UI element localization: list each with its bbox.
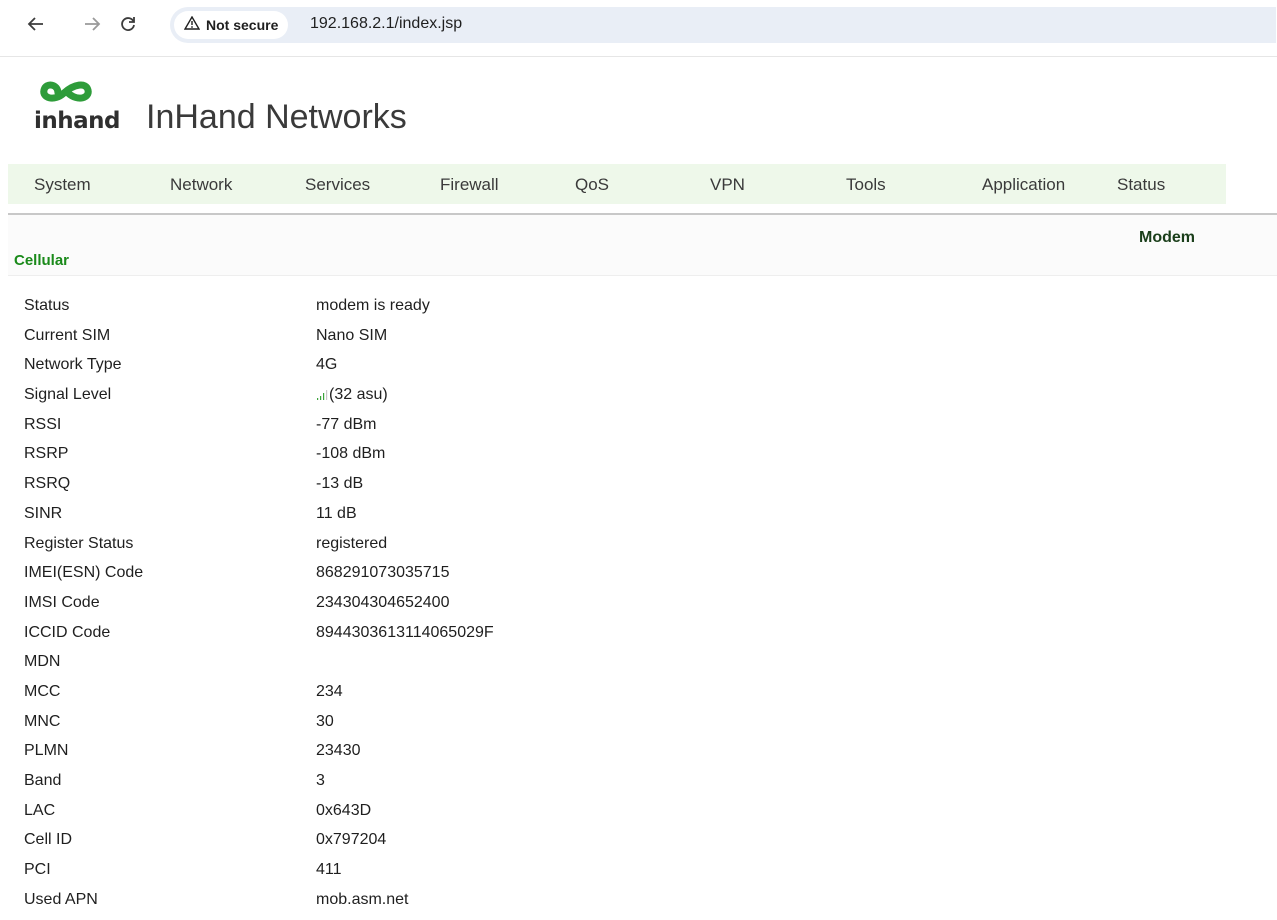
- logo-text: inhand: [34, 108, 121, 134]
- security-indicator[interactable]: Not secure: [174, 11, 289, 39]
- menu-item-firewall[interactable]: Firewall: [440, 175, 499, 195]
- row-label: MNC: [24, 712, 61, 730]
- row-value: 3: [316, 772, 325, 789]
- url-text[interactable]: 192.168.2.1/index.jsp: [310, 15, 462, 33]
- infinity-logo-icon: [40, 81, 92, 102]
- table-row: MNC 30: [24, 713, 724, 743]
- signal-level-text: (32 asu): [329, 386, 388, 404]
- menu-item-system[interactable]: System: [34, 175, 91, 195]
- row-label: Used APN: [24, 890, 98, 908]
- table-row: Current SIM Nano SIM: [24, 327, 724, 357]
- row-label: Band: [24, 772, 62, 789]
- menu-item-network[interactable]: Network: [170, 175, 232, 195]
- row-label: LAC: [24, 801, 56, 819]
- table-row: PCI 411: [24, 861, 724, 891]
- row-label: Register Status: [24, 534, 134, 552]
- reload-icon[interactable]: [116, 12, 140, 36]
- brand-title: InHand Networks: [146, 98, 407, 136]
- menu-item-services[interactable]: Services: [305, 175, 370, 195]
- row-value: mob.asm.net: [316, 890, 409, 908]
- tab-modem[interactable]: Modem: [1139, 229, 1195, 247]
- row-label: IMEI(ESN) Code: [24, 564, 144, 582]
- row-label: Current SIM: [24, 326, 111, 344]
- table-row: ICCID Code 8944303613114065029F: [24, 624, 724, 654]
- row-label: IMSI Code: [24, 593, 100, 611]
- table-row: PLMN 23430: [24, 742, 724, 772]
- browser-toolbar: Not secure 192.168.2.1/index.jsp: [0, 0, 1277, 57]
- menu-item-qos[interactable]: QoS: [575, 175, 609, 195]
- inhand-logo: inhand: [34, 78, 126, 148]
- section-strip: [8, 215, 1277, 276]
- signal-bars-icon: [317, 389, 328, 400]
- row-label: ICCID Code: [24, 623, 111, 641]
- table-row: RSRQ -13 dB: [24, 475, 724, 505]
- table-row: Band 3: [24, 772, 724, 802]
- table-row: Network Type 4G: [24, 356, 724, 386]
- row-value: 0x643D: [316, 801, 372, 819]
- row-value: Nano SIM: [316, 326, 388, 344]
- menu-item-vpn[interactable]: VPN: [710, 175, 745, 195]
- main-menu: System Network Services Firewall QoS VPN…: [8, 164, 1226, 204]
- row-value: -108 dBm: [316, 445, 386, 463]
- menu-item-tools[interactable]: Tools: [846, 175, 886, 195]
- table-row: IMEI(ESN) Code 868291073035715: [24, 564, 724, 594]
- table-row: MCC 234: [24, 683, 724, 713]
- row-label: Network Type: [24, 356, 122, 374]
- row-label: Signal Level: [24, 386, 112, 404]
- row-value: 234: [316, 682, 343, 700]
- forward-icon[interactable]: [80, 12, 104, 36]
- cellular-details-table: Status modem is ready Current SIM Nano SIM N…: [24, 297, 724, 920]
- menu-item-application[interactable]: Application: [982, 175, 1065, 195]
- menu-item-status[interactable]: Status: [1117, 175, 1165, 195]
- table-row: Status modem is ready: [24, 297, 724, 327]
- row-value: 411: [316, 861, 342, 879]
- row-label: PCI: [24, 861, 51, 879]
- row-value: 4G: [316, 356, 338, 374]
- row-value: modem is ready: [316, 297, 430, 314]
- table-row: MDN: [24, 653, 724, 683]
- row-label: RSSI: [24, 415, 62, 433]
- section-title: Cellular: [14, 252, 70, 269]
- row-value: 0x797204: [316, 831, 387, 849]
- row-value: 868291073035715: [316, 564, 450, 582]
- table-row: LAC 0x643D: [24, 802, 724, 832]
- address-bar[interactable]: Not secure 192.168.2.1/index.jsp: [170, 7, 1276, 43]
- row-label: MCC: [24, 682, 61, 700]
- table-row: RSRP -108 dBm: [24, 445, 724, 475]
- table-row: Signal Level (32 asu): [24, 386, 724, 416]
- row-label: Cell ID: [24, 831, 73, 849]
- row-value: 234304304652400: [316, 593, 450, 611]
- warning-triangle-icon: [183, 15, 201, 34]
- row-label: PLMN: [24, 742, 69, 760]
- row-label: SINR: [24, 504, 63, 522]
- table-row: Cell ID 0x797204: [24, 831, 724, 861]
- back-icon[interactable]: [24, 12, 48, 36]
- row-value: 23430: [316, 742, 361, 760]
- table-row: Register Status registered: [24, 535, 724, 565]
- row-label: Status: [24, 297, 70, 314]
- table-row: Used APN mob.asm.net: [24, 891, 724, 920]
- row-label: RSRQ: [24, 475, 71, 493]
- row-value: (32 asu): [316, 386, 388, 404]
- row-label: MDN: [24, 653, 61, 671]
- row-value: -77 dBm: [316, 415, 377, 433]
- row-value: 11 dB: [316, 504, 357, 522]
- table-row: IMSI Code 234304304652400: [24, 594, 724, 624]
- row-value: 8944303613114065029F: [316, 623, 494, 641]
- row-value: -13 dB: [316, 475, 364, 493]
- table-row: SINR 11 dB: [24, 505, 724, 535]
- row-value: registered: [316, 534, 388, 552]
- table-row: RSSI -77 dBm: [24, 416, 724, 446]
- security-label: Not secure: [206, 17, 279, 33]
- row-label: RSRP: [24, 445, 69, 463]
- row-value: 30: [316, 712, 334, 730]
